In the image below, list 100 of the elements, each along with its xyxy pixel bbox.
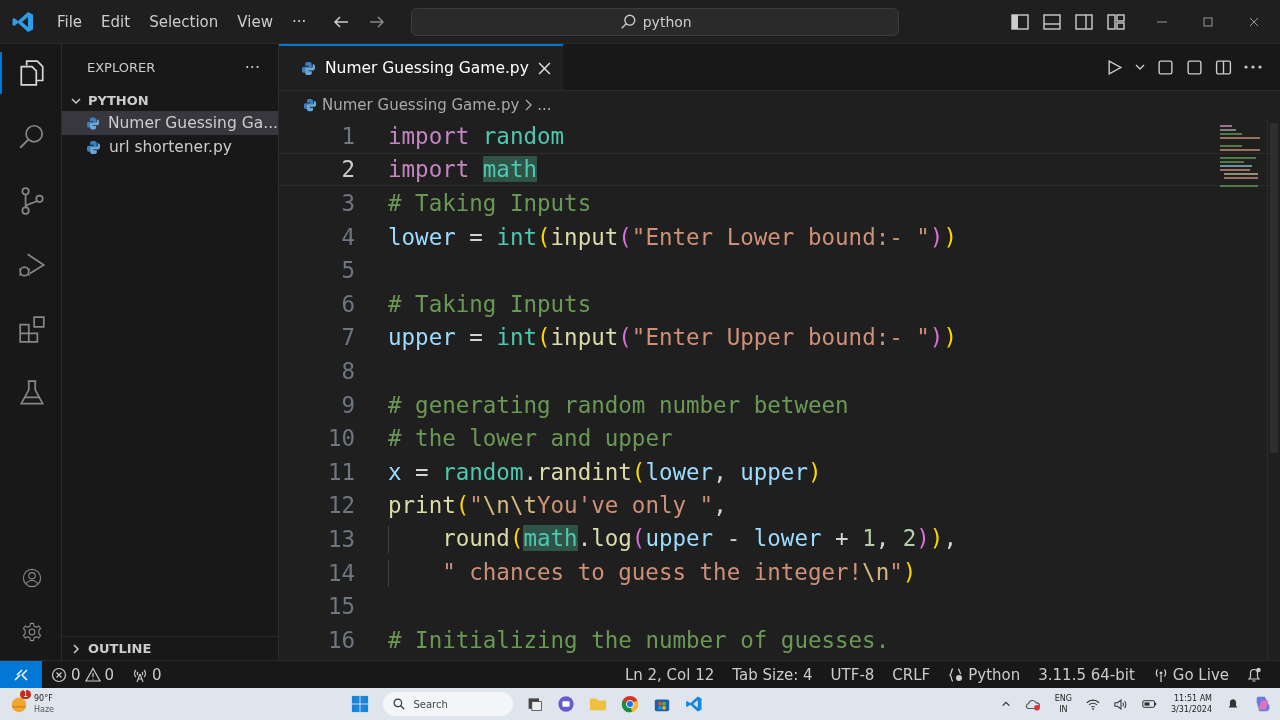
code-token: . — [577, 524, 592, 551]
language-indicator[interactable]: ENG IN — [1054, 693, 1072, 715]
status-item[interactable]: Go Live — [1143, 665, 1238, 684]
code-token: log — [591, 524, 632, 551]
code-token: math — [523, 524, 578, 551]
python-file-icon — [86, 139, 101, 155]
warning-count: 0 — [104, 665, 115, 684]
chevron-right-icon — [524, 99, 533, 111]
code-token: ) — [943, 223, 957, 250]
split-editor-icon[interactable] — [1215, 58, 1232, 76]
python-file-icon — [86, 115, 100, 131]
close-icon[interactable] — [1248, 15, 1260, 28]
battery-icon[interactable] — [1142, 699, 1157, 709]
cloud-icon[interactable] — [1024, 697, 1041, 711]
code-token: lower — [388, 223, 456, 250]
code-token: # Taking Inputs — [388, 190, 592, 216]
square-icon[interactable] — [1157, 58, 1174, 76]
search-icon — [393, 698, 406, 710]
dropdown-caret-icon[interactable] — [1135, 62, 1145, 72]
line-number: 10 — [326, 425, 355, 452]
code-token: ( — [537, 223, 551, 250]
code-token: + — [834, 524, 850, 551]
close-icon[interactable] — [537, 61, 551, 75]
status-item[interactable]: CRLF — [883, 665, 940, 684]
python-file-icon — [303, 98, 317, 112]
code-token: input — [550, 324, 619, 351]
menu-item[interactable]: View — [228, 8, 282, 35]
notification-bell-icon[interactable] — [1246, 666, 1262, 683]
code-token: \n — [862, 558, 890, 585]
ports-button[interactable]: 0 — [123, 665, 171, 684]
secondary-sidebar-toggle-icon[interactable] — [1074, 11, 1094, 32]
copilot-icon[interactable] — [1254, 695, 1272, 713]
more-icon[interactable] — [1244, 64, 1262, 70]
status-item[interactable]: 3.11.5 64-bit — [1029, 665, 1144, 684]
code-editor-app-icon[interactable] — [685, 695, 704, 713]
code-token: "Enter Lower bound:- " — [631, 223, 930, 250]
line-number: 12 — [326, 492, 355, 519]
line-number: 1 — [340, 122, 355, 149]
code-token: ( — [509, 524, 524, 551]
layout-grid-icon[interactable] — [1106, 11, 1126, 32]
weather-condition: Haze — [34, 704, 55, 715]
more-actions-button[interactable]: ··· — [244, 57, 260, 77]
code-token: - — [725, 524, 742, 551]
menu-item[interactable]: Selection — [140, 8, 228, 35]
command-search-field[interactable]: python — [411, 7, 900, 36]
code-token: # the lower and upper — [388, 425, 673, 452]
code-token: , — [713, 492, 727, 519]
code-token: random — [442, 458, 524, 485]
code-token: upper — [645, 524, 714, 551]
maximize-icon[interactable] — [1202, 15, 1214, 28]
code-token: upper — [388, 324, 456, 351]
menu-item[interactable]: File — [48, 8, 92, 35]
error-icon — [51, 666, 67, 683]
code-token: ) — [929, 223, 944, 250]
notification-bell-icon[interactable] — [1226, 697, 1240, 711]
explorer-file-entry[interactable]: Numer Guessing Ga... — [62, 111, 278, 135]
problems-button[interactable]: 0 0 — [42, 665, 124, 684]
clock[interactable]: 11:51 AM 3/31/2024 — [1171, 693, 1212, 715]
speaker-icon[interactable] — [1114, 698, 1128, 710]
code-token: , — [943, 524, 957, 551]
code-token: , — [713, 458, 728, 485]
line-number: 13 — [326, 525, 355, 552]
chevron-icon — [70, 642, 82, 655]
code-token: print — [388, 492, 456, 519]
chevron-up-icon[interactable] — [1000, 699, 1011, 709]
taskbar-search-field[interactable]: Search — [383, 692, 514, 716]
breadcrumb-item[interactable]: ... — [537, 96, 552, 114]
code-token: import — [388, 122, 471, 149]
line-number: 9 — [340, 391, 355, 418]
explorer-file-entry[interactable]: url shortener.py — [62, 135, 278, 159]
panel-toggle-icon[interactable] — [1042, 11, 1062, 32]
code-token: = — [468, 324, 484, 351]
status-item[interactable]: Tab Size: 4 — [723, 665, 822, 684]
line-number: 3 — [340, 190, 355, 216]
code-token: = — [468, 223, 484, 250]
folder-header[interactable]: PYTHON — [62, 90, 278, 111]
run-icon[interactable] — [1106, 58, 1123, 76]
square-icon[interactable] — [1186, 58, 1203, 76]
status-item[interactable]: UTF-8 — [821, 665, 884, 684]
line-number: 8 — [340, 357, 355, 384]
temperature: 90°F — [34, 693, 54, 704]
code-token: math — [482, 156, 537, 183]
browser-icon[interactable] — [621, 695, 640, 713]
code-token: \n\t — [482, 492, 537, 519]
chat-app-icon[interactable] — [557, 695, 576, 713]
code-token: random — [482, 122, 565, 149]
wifi-icon[interactable] — [1086, 698, 1100, 710]
code-token: ( — [618, 223, 632, 250]
code-token: # generating random number between — [388, 391, 849, 418]
status-item[interactable]: Ln 2, Col 12 — [615, 665, 724, 684]
editor-tab[interactable]: Numer Guessing Game.py — [279, 44, 563, 90]
menu-item[interactable]: Edit — [92, 8, 140, 35]
code-token: " chances to guess the integer! — [442, 558, 863, 585]
breadcrumb-item[interactable]: Numer Guessing Game.py — [322, 96, 520, 114]
line-number: 2 — [340, 156, 355, 183]
task-view-icon[interactable] — [527, 696, 544, 712]
windows-start-icon[interactable] — [351, 695, 370, 713]
primary-sidebar-toggle-icon[interactable] — [1010, 11, 1030, 32]
menu-item[interactable]: ··· — [282, 8, 316, 35]
status-item[interactable]: Python — [939, 665, 1030, 684]
